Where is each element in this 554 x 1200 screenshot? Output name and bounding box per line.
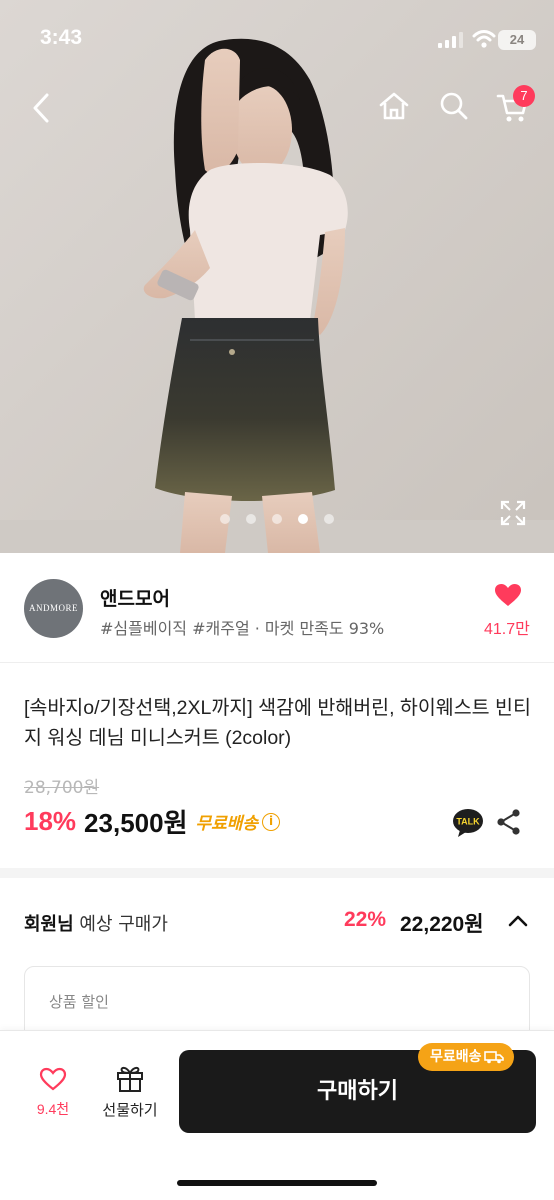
- heart-outline-icon: [39, 1067, 67, 1091]
- share-icon[interactable]: [496, 808, 522, 836]
- free-shipping-badge-label: 무료배송: [430, 1049, 482, 1065]
- free-shipping-badge: 무료배송: [418, 1043, 514, 1071]
- home-indicator: [177, 1180, 377, 1186]
- member-discount-rate: 22%: [344, 908, 387, 931]
- battery-icon: 24: [498, 30, 536, 50]
- fullscreen-expand-icon[interactable]: [500, 500, 526, 526]
- kakao-talk-icon[interactable]: TALK: [452, 808, 484, 838]
- delivery-truck-icon: [483, 1051, 504, 1064]
- product-summary: [속바지o/기장선택,2XL까지] 색감에 반해버린, 하이웨스트 빈티지 워싱…: [0, 663, 554, 878]
- discount-rate: 18%: [24, 806, 77, 836]
- product-image-gallery[interactable]: 3:43 24 7: [0, 0, 554, 553]
- member-price: 22,220원: [400, 913, 484, 936]
- seller-info[interactable]: ANDMORE 앤드모어 #심플베이직 #캐주얼 · 마켓 만족도 93% 41…: [0, 553, 554, 663]
- gift-button[interactable]: 선물하기: [98, 1063, 162, 1120]
- bottom-action-bar: 9.4천 선물하기 구매하기 무료배송: [0, 1030, 554, 1200]
- member-label-rest: 예상 구매가: [73, 914, 168, 935]
- original-price: 28,700원: [24, 778, 100, 798]
- wishlist-button[interactable]: 9.4천: [28, 1067, 78, 1119]
- sale-price: 23,500원: [84, 808, 188, 838]
- member-price-label: 회원님 예상 구매가: [24, 910, 168, 936]
- wishlist-count: 9.4천: [36, 1101, 70, 1117]
- info-icon[interactable]: i: [262, 812, 281, 831]
- seller-name[interactable]: 앤드모어: [100, 584, 170, 611]
- seller-like-count: 41.7만: [484, 621, 530, 638]
- product-title: [속바지o/기장선택,2XL까지] 색감에 반해버린, 하이웨스트 빈티지 워싱…: [24, 697, 531, 749]
- status-bar: 3:43 24: [0, 0, 554, 80]
- search-icon[interactable]: [439, 91, 469, 121]
- gallery-dot-active[interactable]: [298, 514, 308, 524]
- gallery-dot[interactable]: [220, 514, 230, 524]
- chevron-up-icon[interactable]: [508, 914, 528, 928]
- cart-count-badge: 7: [513, 85, 535, 107]
- heart-icon[interactable]: [494, 583, 522, 607]
- gallery-dot[interactable]: [324, 514, 334, 524]
- seller-tags: #심플베이직 #캐주얼 · 마켓 만족도 93%: [100, 619, 385, 638]
- member-expected-price[interactable]: 회원님 예상 구매가 22% 22,220원: [0, 888, 554, 958]
- product-discount-label: 상품 할인: [49, 993, 109, 1011]
- gift-label: 선물하기: [102, 1101, 158, 1119]
- product-photo: [0, 0, 554, 553]
- gallery-dot[interactable]: [272, 514, 282, 524]
- kakao-talk-label: TALK: [456, 817, 480, 827]
- member-label-bold: 회원님: [24, 914, 74, 935]
- cellular-signal-icon: [438, 32, 463, 48]
- free-shipping-label: 무료배송: [195, 814, 259, 834]
- status-time: 3:43: [40, 26, 83, 49]
- wifi-icon: [472, 30, 496, 48]
- gift-icon: [117, 1066, 143, 1092]
- price-row: 18% 23,500원 무료배송 i: [24, 803, 281, 843]
- gallery-pagination: [0, 514, 554, 526]
- home-icon[interactable]: [378, 90, 410, 122]
- gallery-dot[interactable]: [246, 514, 256, 524]
- seller-avatar[interactable]: ANDMORE: [24, 579, 83, 638]
- back-arrow-icon[interactable]: [30, 92, 52, 124]
